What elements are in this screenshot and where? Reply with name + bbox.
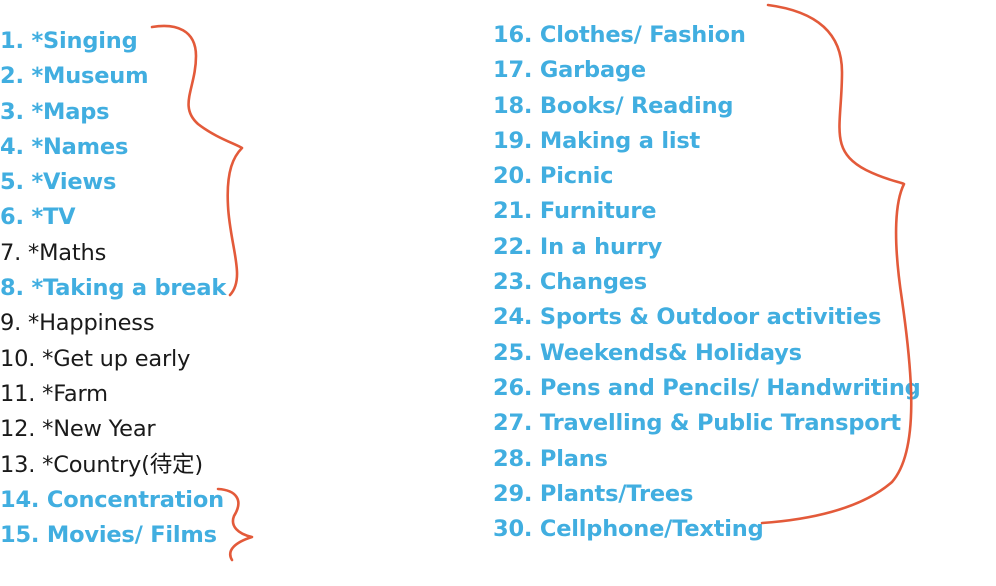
topic-item: 10. *Get up early bbox=[0, 342, 300, 377]
topic-item: 11. *Farm bbox=[0, 377, 300, 412]
topic-label: Travelling & Public Transport bbox=[539, 410, 901, 437]
topic-number: 5. bbox=[0, 169, 24, 196]
topic-number: 6. bbox=[0, 204, 24, 231]
topic-number: 2. bbox=[0, 63, 24, 90]
topic-number: 9. bbox=[0, 310, 22, 337]
topic-item: 2. *Museum bbox=[0, 59, 300, 94]
topic-label: *Country(待定) bbox=[42, 451, 203, 478]
topic-label: Pens and Pencils/ Handwriting bbox=[539, 374, 921, 401]
topic-list-right: 16. Clothes/ Fashion 17. Garbage 18. Books… bbox=[493, 18, 923, 547]
topic-item: 17. Garbage bbox=[493, 53, 923, 88]
topic-number: 13. bbox=[0, 451, 36, 478]
topic-number: 26. bbox=[493, 374, 533, 401]
topic-number: 15. bbox=[0, 522, 40, 549]
topic-item: 27. Travelling & Public Transport bbox=[493, 406, 923, 441]
topic-item: 5. *Views bbox=[0, 165, 300, 200]
topic-label: Making a list bbox=[539, 127, 701, 154]
topic-number: 25. bbox=[493, 339, 533, 366]
topic-label: Plans bbox=[539, 445, 608, 472]
topic-number: 12. bbox=[0, 416, 36, 443]
topic-label: *TV bbox=[31, 204, 76, 231]
topic-label: *Get up early bbox=[42, 345, 191, 372]
topic-number: 20. bbox=[493, 163, 533, 190]
topic-item: 21. Furniture bbox=[493, 194, 923, 229]
topic-label: Cellphone/Texting bbox=[539, 516, 764, 543]
topic-label: *Happiness bbox=[28, 310, 155, 337]
topic-label: *Maths bbox=[28, 239, 107, 266]
topic-label: Concentration bbox=[46, 486, 224, 513]
topic-item: 22. In a hurry bbox=[493, 230, 923, 265]
topic-label: Changes bbox=[539, 269, 647, 296]
topic-label: In a hurry bbox=[539, 233, 663, 260]
topic-number: 4. bbox=[0, 133, 24, 160]
topic-item: 15. Movies/ Films bbox=[0, 518, 300, 553]
topic-label: Clothes/ Fashion bbox=[539, 22, 746, 48]
topic-item: 25. Weekends& Holidays bbox=[493, 336, 923, 371]
topic-number: 23. bbox=[493, 269, 533, 296]
topic-item: 28. Plans bbox=[493, 442, 923, 477]
topic-item: 7. *Maths bbox=[0, 236, 300, 271]
topic-label: *Views bbox=[31, 169, 117, 196]
topic-label: Picnic bbox=[539, 163, 614, 190]
topic-item: 19. Making a list bbox=[493, 124, 923, 159]
topic-item: 29. Plants/Trees bbox=[493, 477, 923, 512]
topic-number: 24. bbox=[493, 304, 533, 331]
topic-number: 14. bbox=[0, 486, 40, 513]
topic-item: 13. *Country(待定) bbox=[0, 448, 300, 483]
topic-number: 29. bbox=[493, 480, 533, 507]
topic-number: 11. bbox=[0, 380, 36, 407]
topic-item: 12. *New Year bbox=[0, 412, 300, 447]
topic-label: Plants/Trees bbox=[539, 480, 694, 507]
topic-number: 17. bbox=[493, 57, 533, 84]
topic-label: Garbage bbox=[539, 57, 646, 84]
topic-item: 8. *Taking a break bbox=[0, 271, 300, 306]
topic-number: 8. bbox=[0, 275, 24, 302]
topic-number: 28. bbox=[493, 445, 533, 472]
topic-item: 1. *Singing bbox=[0, 24, 300, 59]
topic-label: Weekends& Holidays bbox=[539, 339, 802, 366]
topic-item: 24. Sports & Outdoor activities bbox=[493, 300, 923, 335]
topic-item: 14. Concentration bbox=[0, 483, 300, 518]
topic-number: 30. bbox=[493, 516, 533, 543]
topic-number: 16. bbox=[493, 22, 533, 48]
topic-label: *Names bbox=[31, 133, 129, 160]
topic-label: *Taking a break bbox=[31, 275, 227, 302]
topic-number: 21. bbox=[493, 198, 533, 225]
topic-item: 6. *TV bbox=[0, 200, 300, 235]
topic-number: 3. bbox=[0, 98, 24, 125]
topic-label: Books/ Reading bbox=[539, 92, 734, 119]
topic-item: 30. Cellphone/Texting bbox=[493, 512, 923, 547]
topic-list-left: 1. *Singing 2. *Museum 3. *Maps 4. *Names 5.… bbox=[0, 24, 300, 553]
topic-label: *Maps bbox=[31, 98, 110, 125]
topic-item: 23. Changes bbox=[493, 265, 923, 300]
topic-item: 18. Books/ Reading bbox=[493, 89, 923, 124]
topic-label: Sports & Outdoor activities bbox=[539, 304, 882, 331]
topic-label: *New Year bbox=[42, 416, 156, 443]
topic-number: 1. bbox=[0, 28, 24, 54]
topic-number: 22. bbox=[493, 233, 533, 260]
topic-number: 19. bbox=[493, 127, 533, 154]
topic-label: Furniture bbox=[539, 198, 657, 225]
topic-item: 3. *Maps bbox=[0, 95, 300, 130]
topic-item: 26. Pens and Pencils/ Handwriting bbox=[493, 371, 923, 406]
topic-item: 4. *Names bbox=[0, 130, 300, 165]
topic-label: *Farm bbox=[42, 380, 108, 407]
topic-label: *Museum bbox=[31, 63, 149, 90]
topic-item: 9. *Happiness bbox=[0, 306, 300, 341]
topic-item: 20. Picnic bbox=[493, 159, 923, 194]
topic-number: 7. bbox=[0, 239, 22, 266]
topic-number: 27. bbox=[493, 410, 533, 437]
topic-label: *Singing bbox=[31, 28, 138, 54]
topic-item: 16. Clothes/ Fashion bbox=[493, 18, 923, 53]
topic-number: 10. bbox=[0, 345, 36, 372]
topic-number: 18. bbox=[493, 92, 533, 119]
topic-label: Movies/ Films bbox=[46, 522, 217, 549]
